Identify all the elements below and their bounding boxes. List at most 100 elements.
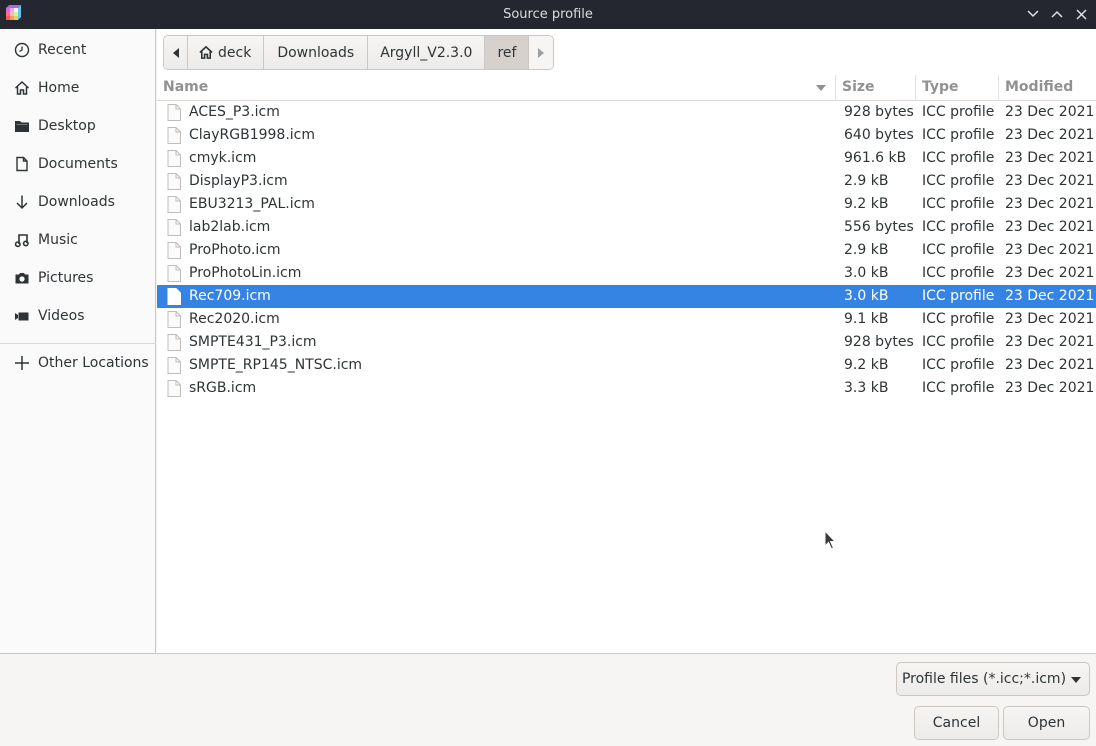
close-button[interactable]	[1072, 5, 1090, 23]
file-icon	[167, 104, 181, 121]
sidebar-item-home[interactable]: Home	[0, 70, 156, 106]
file-type: ICC profile	[922, 196, 995, 212]
file-icon	[167, 196, 181, 213]
column-header-type[interactable]: Type	[916, 75, 999, 100]
sidebar-item-desktop[interactable]: Desktop	[0, 108, 156, 144]
file-icon	[167, 265, 181, 282]
file-modified: 23 Dec 2021	[1005, 150, 1095, 166]
file-type: ICC profile	[922, 357, 995, 373]
file-name: ACES_P3.icm	[189, 104, 280, 120]
file-icon	[167, 334, 181, 351]
file-row[interactable]: ClayRGB1998.icm 640 bytes ICC profile 23 De…	[157, 124, 1096, 147]
sidebar-item-label: Desktop	[38, 118, 96, 134]
column-header-size[interactable]: Size	[836, 75, 916, 100]
path-scroll-right-button[interactable]	[529, 36, 554, 69]
maximize-button[interactable]	[1048, 5, 1066, 23]
file-row[interactable]: SMPTE_RP145_NTSC.icm 9.2 kB ICC profile 23 …	[157, 354, 1096, 377]
file-type: ICC profile	[922, 173, 995, 189]
triangle-left-icon	[172, 47, 179, 58]
file-filter-label: Profile files (*.icc;*.icm)	[901, 671, 1067, 687]
cancel-button[interactable]: Cancel	[914, 706, 999, 740]
file-row[interactable]: sRGB.icm 3.3 kB ICC profile 23 Dec 2021	[157, 377, 1096, 400]
sidebar-item-label: Downloads	[38, 194, 115, 210]
sidebar-item-pictures[interactable]: Pictures	[0, 260, 156, 296]
path-segment-downloads[interactable]: Downloads	[264, 36, 369, 69]
path-segment-ref[interactable]: ref	[485, 36, 530, 69]
file-name: Rec709.icm	[189, 288, 271, 304]
column-header-modified[interactable]: Modified	[999, 75, 1096, 100]
file-name: EBU3213_PAL.icm	[189, 196, 315, 212]
file-name: sRGB.icm	[189, 380, 257, 396]
column-header-name[interactable]: Name	[157, 75, 836, 100]
file-size: 3.3 kB	[844, 380, 889, 396]
file-type: ICC profile	[922, 288, 995, 304]
triangle-right-icon	[538, 47, 545, 58]
file-icon	[167, 311, 181, 328]
file-icon	[167, 288, 181, 305]
mouse-pointer-icon	[824, 530, 837, 550]
open-button[interactable]: Open	[1003, 706, 1090, 740]
file-modified: 23 Dec 2021	[1005, 104, 1095, 120]
file-size: 9.2 kB	[844, 196, 889, 212]
clock-icon	[14, 42, 30, 58]
sidebar-item-label: Pictures	[38, 270, 94, 286]
path-scroll-left-button[interactable]	[164, 36, 188, 69]
file-modified: 23 Dec 2021	[1005, 242, 1095, 258]
sidebar-item-videos[interactable]: Videos	[0, 298, 156, 334]
path-segment-label: Argyll_V2.3.0	[380, 44, 473, 61]
file-row[interactable]: SMPTE431_P3.icm 928 bytes ICC profile 23 De…	[157, 331, 1096, 354]
sidebar-item-other-locations[interactable]: Other Locations	[0, 345, 156, 381]
file-icon	[167, 150, 181, 167]
file-row[interactable]: ACES_P3.icm 928 bytes ICC profile 23 Dec 20…	[157, 101, 1096, 124]
minimize-button[interactable]	[1024, 5, 1042, 23]
path-segment-label: ref	[497, 44, 517, 61]
file-size: 9.1 kB	[844, 311, 889, 327]
file-row[interactable]: ProPhotoLin.icm 3.0 kB ICC profile 23 Dec 2…	[157, 262, 1096, 285]
path-segment-argyll[interactable]: Argyll_V2.3.0	[368, 36, 486, 69]
sidebar-item-downloads[interactable]: Downloads	[0, 184, 156, 220]
file-icon	[167, 219, 181, 236]
home-icon	[199, 45, 213, 59]
file-modified: 23 Dec 2021	[1005, 127, 1095, 143]
file-row[interactable]: ProPhoto.icm 2.9 kB ICC profile 23 Dec 2021	[157, 239, 1096, 262]
sidebar-divider	[0, 343, 156, 344]
file-size: 556 bytes	[844, 219, 914, 235]
file-row[interactable]: cmyk.icm 961.6 kB ICC profile 23 Dec 2021	[157, 147, 1096, 170]
file-browser: deck Downloads Argyll_V2.3.0 ref Name Si…	[157, 29, 1096, 653]
file-modified: 23 Dec 2021	[1005, 196, 1095, 212]
file-row[interactable]: Rec2020.icm 9.1 kB ICC profile 23 Dec 2021	[157, 308, 1096, 331]
file-modified: 23 Dec 2021	[1005, 380, 1095, 396]
sidebar-item-label: Other Locations	[38, 355, 149, 371]
file-icon	[167, 127, 181, 144]
file-name: ClayRGB1998.icm	[189, 127, 316, 143]
sidebar-item-documents[interactable]: Documents	[0, 146, 156, 182]
file-size: 928 bytes	[844, 104, 914, 120]
file-name: cmyk.icm	[189, 150, 257, 166]
file-modified: 23 Dec 2021	[1005, 288, 1095, 304]
sidebar-item-music[interactable]: Music	[0, 222, 156, 258]
column-header-label: Modified	[1005, 79, 1074, 95]
file-row[interactable]: DisplayP3.icm 2.9 kB ICC profile 23 Dec 202…	[157, 170, 1096, 193]
home-icon	[14, 80, 30, 96]
path-segment-home[interactable]: deck	[188, 36, 265, 69]
column-header-label: Size	[842, 79, 875, 95]
file-size: 2.9 kB	[844, 173, 889, 189]
video-camera-icon	[14, 308, 30, 324]
file-list: ACES_P3.icm 928 bytes ICC profile 23 Dec 20…	[157, 101, 1096, 400]
music-icon	[14, 232, 30, 248]
file-row[interactable]: EBU3213_PAL.icm 9.2 kB ICC profile 23 Dec 2…	[157, 193, 1096, 216]
file-filter-dropdown[interactable]: Profile files (*.icc;*.icm)	[896, 662, 1090, 696]
file-type: ICC profile	[922, 150, 995, 166]
file-row[interactable]: lab2lab.icm 556 bytes ICC profile 23 Dec 20…	[157, 216, 1096, 239]
file-name: SMPTE431_P3.icm	[189, 334, 317, 350]
file-size: 928 bytes	[844, 334, 914, 350]
title-bar: Source profile	[0, 0, 1096, 29]
dropdown-arrow-icon	[1071, 677, 1081, 683]
cancel-label: Cancel	[932, 715, 981, 731]
file-row[interactable]: Rec709.icm 3.0 kB ICC profile 23 Dec 2021	[157, 285, 1096, 308]
file-type: ICC profile	[922, 219, 995, 235]
sidebar-item-recent[interactable]: Recent	[0, 32, 156, 68]
file-size: 640 bytes	[844, 127, 914, 143]
file-type: ICC profile	[922, 334, 995, 350]
path-bar: deck Downloads Argyll_V2.3.0 ref	[163, 35, 555, 70]
